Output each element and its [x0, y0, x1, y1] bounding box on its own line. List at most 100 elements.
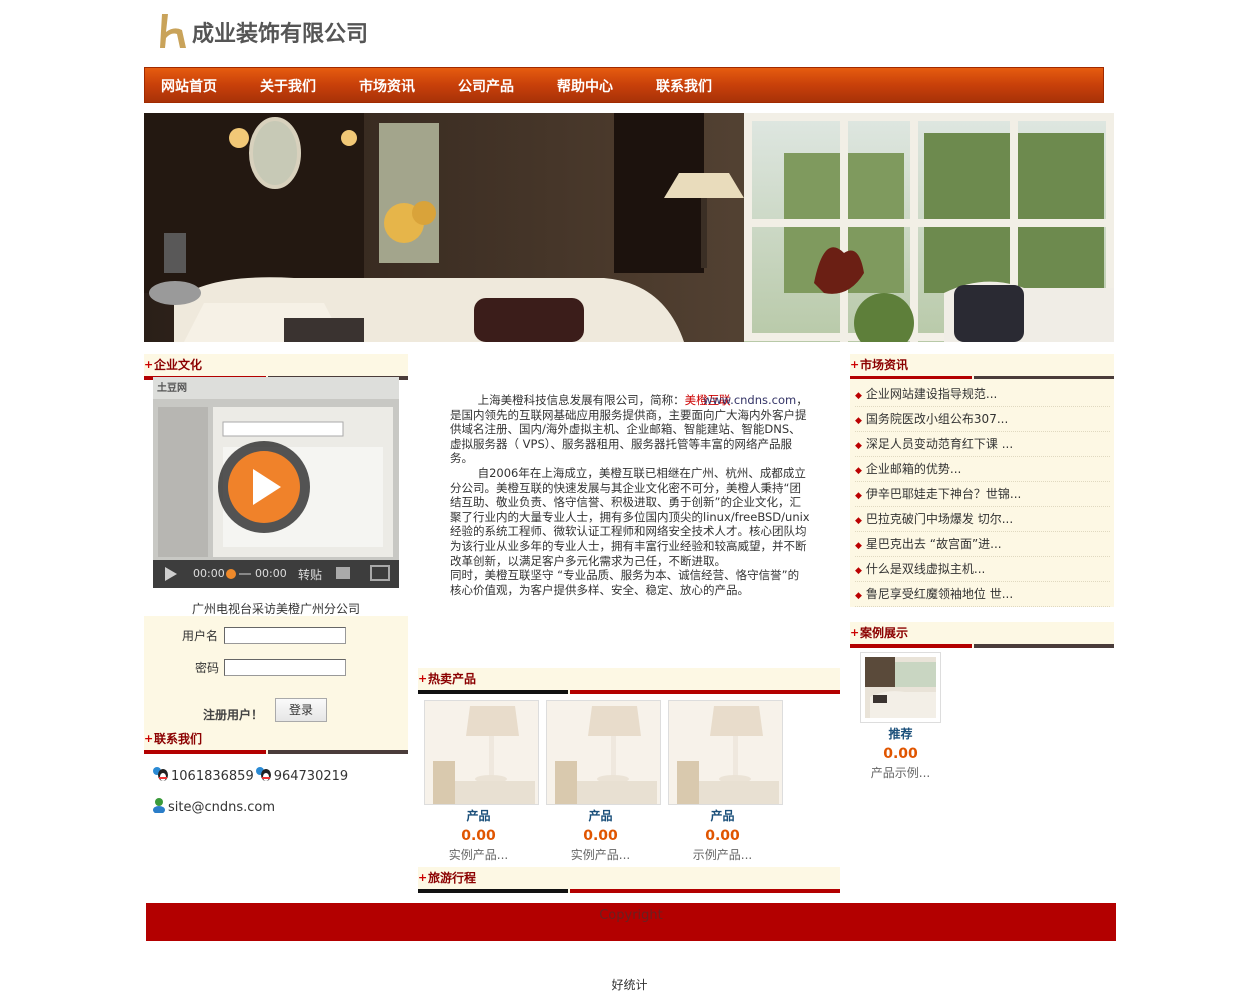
qq-number-2[interactable]: 964730219	[274, 769, 348, 784]
news-title[interactable]: 企业网站建设指导规范...	[866, 387, 997, 401]
product-desc: 实例产品...	[448, 848, 509, 862]
main-nav: 网站首页 关于我们 市场资讯 公司产品 帮助中心 联系我们	[144, 67, 1104, 103]
intro-text: 上海美橙科技信息发展有限公司，简称：	[477, 393, 685, 407]
section-title-culture: 企业文化	[154, 358, 203, 372]
product-image[interactable]	[546, 700, 661, 805]
plus-icon: +	[144, 358, 154, 371]
nav-item-market-news[interactable]: 市场资讯	[359, 68, 415, 102]
site-url-link[interactable]: www.cndns.com	[703, 393, 796, 407]
plus-icon: +	[144, 732, 154, 745]
video-time-current: 00:00	[193, 567, 225, 580]
news-item[interactable]: ◆ 企业邮箱的优势...	[855, 457, 1110, 482]
nav-item-products[interactable]: 公司产品	[458, 68, 514, 102]
register-link[interactable]: 注册用户！	[203, 706, 263, 723]
company-intro: 上海美橙科技信息发展有限公司，简称：美橙互联www.cndns.com，是国内领…	[450, 393, 810, 597]
header-bar	[418, 690, 568, 694]
header-bar	[268, 750, 408, 754]
company-name: 成业装饰有限公司	[192, 22, 369, 47]
login-button[interactable]: 登录	[275, 698, 327, 722]
news-item[interactable]: ◆ 鲁尼享受红魔领袖地位 世...	[855, 582, 1110, 607]
bullet-icon: ◆	[855, 491, 862, 501]
intro-paragraph-2: 自2006年在上海成立，美橙互联已相继在广州、杭州、成都成立分公司。美橙互联的快…	[450, 465, 810, 568]
bullet-icon: ◆	[855, 566, 862, 576]
nav-item-home[interactable]: 网站首页	[161, 68, 217, 102]
header-bar	[570, 690, 840, 694]
product-name[interactable]: 产品	[421, 807, 536, 824]
nav-item-contact[interactable]: 联系我们	[656, 68, 712, 102]
product-desc: 实例产品...	[570, 848, 631, 862]
stats-link[interactable]: 好统计	[0, 976, 1259, 993]
news-item[interactable]: ◆ 深足人员变动范育红下课 ...	[855, 432, 1110, 457]
product-price: 0.00	[583, 828, 618, 844]
copyright-text: Copyright	[599, 908, 663, 923]
section-title-contact: 联系我们	[154, 732, 203, 746]
banner-image	[144, 113, 1114, 342]
user-icon	[152, 797, 168, 817]
section-title-hot-products: 热卖产品	[428, 672, 477, 686]
video-time-total: 00:00	[255, 567, 287, 580]
contact-qq: 1061836859 964730219	[151, 766, 348, 786]
email-link[interactable]: site@cndns.com	[168, 800, 275, 815]
section-header-news: + 市场资讯	[850, 354, 1114, 380]
plus-icon: +	[850, 358, 860, 371]
news-item[interactable]: ◆ 什么是双线虚拟主机...	[855, 557, 1110, 582]
news-item[interactable]: ◆ 国务院医改小组公布307...	[855, 407, 1110, 432]
footer: Copyright	[146, 903, 1116, 941]
video-share-button[interactable]: 转贴	[298, 566, 322, 583]
section-title-news: 市场资讯	[860, 358, 909, 372]
section-header-cases: + 案例展示	[850, 622, 1114, 648]
news-title[interactable]: 企业邮箱的优势...	[866, 462, 961, 476]
logo-icon	[160, 12, 190, 50]
product-image[interactable]	[424, 700, 539, 805]
nav-item-help[interactable]: 帮助中心	[557, 68, 613, 102]
plus-icon: +	[850, 626, 860, 639]
product-name[interactable]: 产品	[543, 807, 658, 824]
qq-icon[interactable]	[254, 766, 274, 786]
header-bar	[850, 644, 972, 648]
qq-icon[interactable]	[151, 766, 171, 786]
qq-number-1[interactable]: 1061836859	[171, 769, 254, 784]
bullet-icon: ◆	[855, 591, 862, 601]
header-bar	[570, 889, 840, 893]
product-desc: 示例产品...	[692, 848, 753, 862]
bullet-icon: ◆	[855, 441, 862, 451]
header-bar	[974, 644, 1114, 648]
news-title[interactable]: 星巴克出去 “故宫面”进...	[866, 537, 1002, 551]
case-price: 0.00	[883, 746, 918, 762]
news-title[interactable]: 深足人员变动范育红下课 ...	[866, 437, 1013, 451]
product-image[interactable]	[668, 700, 783, 805]
section-header-contact: + 联系我们	[144, 728, 408, 754]
news-item[interactable]: ◆ 企业网站建设指导规范...	[855, 382, 1110, 407]
case-desc: 产品示例...	[870, 766, 931, 780]
plus-icon: +	[418, 672, 428, 685]
contact-email: site@cndns.com	[152, 797, 275, 817]
news-title[interactable]: 鲁尼享受红魔领袖地位 世...	[866, 587, 1013, 601]
header-bar	[418, 889, 568, 893]
section-header-hot-products: + 热卖产品	[418, 668, 840, 694]
password-input[interactable]	[224, 659, 346, 676]
username-label: 用户名	[182, 629, 219, 643]
video-caption: 广州电视台采访美橙广州分公司	[191, 602, 360, 616]
news-title[interactable]: 国务院医改小组公布307...	[866, 412, 1008, 426]
nav-item-about[interactable]: 关于我们	[260, 68, 316, 102]
intro-paragraph-3: 同时，美橙互联坚守 “专业品质、服务为本、诚信经营、恪守信誉”的核心价值观，为客…	[450, 568, 800, 597]
bullet-icon: ◆	[855, 391, 862, 401]
news-title[interactable]: 伊辛巴耶娃走下神台？世锦...	[866, 487, 1021, 501]
case-image[interactable]	[860, 652, 941, 723]
section-title-travel: 旅游行程	[428, 871, 477, 885]
news-item[interactable]: ◆ 伊辛巴耶娃走下神台？世锦...	[855, 482, 1110, 507]
username-input[interactable]	[224, 627, 346, 644]
video-player[interactable]: 土豆网 00:00 00:00 转贴	[153, 377, 399, 588]
news-title[interactable]: 什么是双线虚拟主机...	[866, 562, 985, 576]
case-name[interactable]: 推荐	[843, 725, 958, 742]
section-header-travel: + 旅游行程	[418, 867, 840, 893]
site-logo[interactable]: 成业装饰有限公司	[160, 10, 368, 50]
news-item[interactable]: ◆ 星巴克出去 “故宫面”进...	[855, 532, 1110, 557]
news-item[interactable]: ◆ 巴拉克破门中场爆发 切尔...	[855, 507, 1110, 532]
bullet-icon: ◆	[855, 416, 862, 426]
password-label: 密码	[195, 661, 220, 675]
video-logo: 土豆网	[157, 383, 187, 394]
news-title[interactable]: 巴拉克破门中场爆发 切尔...	[866, 512, 1013, 526]
product-name[interactable]: 产品	[665, 807, 780, 824]
section-title-cases: 案例展示	[860, 626, 909, 640]
